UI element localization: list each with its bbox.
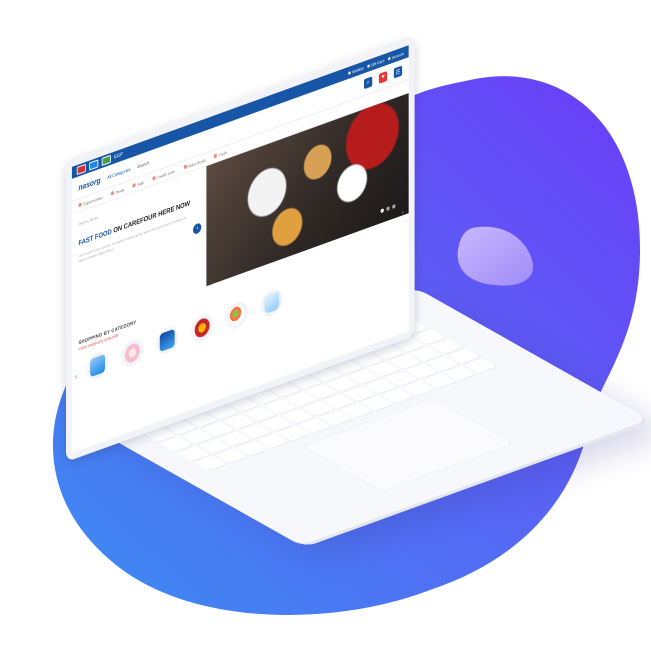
category-baby[interactable] <box>121 336 144 370</box>
chevron-left-icon[interactable]: ‹ <box>75 373 77 381</box>
food-image <box>229 303 245 327</box>
snacks-image <box>194 316 210 340</box>
search-icon[interactable]: ⌕ <box>363 76 373 90</box>
baby-image <box>124 341 140 365</box>
subnav-item[interactable]: Deals <box>110 186 124 196</box>
water-image <box>264 290 280 315</box>
nav-all-categories[interactable]: All Categories <box>107 166 130 179</box>
subnav-item[interactable]: Fresh <box>213 149 227 159</box>
user-icon[interactable]: ☰ <box>393 65 403 79</box>
category-tv[interactable] <box>156 323 179 358</box>
chevron-right-icon[interactable]: › <box>402 209 404 217</box>
tv-image <box>159 328 175 353</box>
carousel-dots[interactable] <box>380 203 396 214</box>
subnav-item[interactable]: Sale <box>132 179 144 188</box>
category-phone[interactable] <box>86 348 109 383</box>
category-food[interactable] <box>226 298 248 333</box>
category-water[interactable] <box>261 285 283 320</box>
cart-icon[interactable]: ♥ <box>378 70 388 84</box>
site-logo[interactable]: nasorg <box>78 175 100 192</box>
category-snacks[interactable] <box>191 310 213 345</box>
currency-select[interactable]: EGP <box>114 151 123 160</box>
nav-search[interactable]: Search <box>137 160 149 169</box>
illustration: EGP Wishlist Gift Card Account nasorg Al… <box>0 0 651 646</box>
phone-image <box>90 353 106 378</box>
